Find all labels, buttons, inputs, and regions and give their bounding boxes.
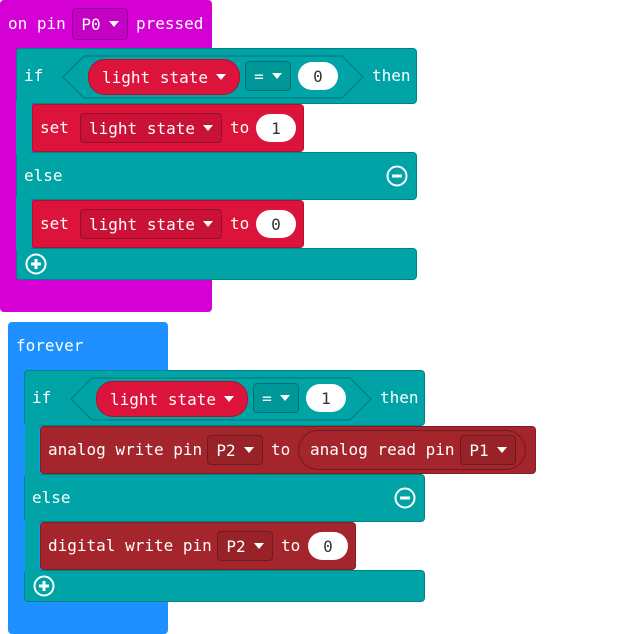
plus-circle-icon[interactable]	[33, 575, 55, 597]
forever-label: forever	[16, 336, 84, 355]
operator-value: =	[254, 66, 264, 86]
pressed-label: pressed	[136, 14, 204, 33]
number-input[interactable]: 1	[306, 384, 346, 412]
pin-dropdown-value: P2	[226, 536, 246, 556]
to-keyword: to	[281, 536, 301, 555]
if-else-footer	[16, 248, 417, 280]
analog-write-pin-label: analog write pin	[48, 440, 203, 459]
minus-circle-icon[interactable]	[386, 165, 408, 187]
dropdown-caret-icon	[496, 447, 507, 453]
if-else-footer	[24, 570, 425, 602]
dropdown-caret-icon	[279, 395, 290, 401]
number-value: 1	[321, 388, 331, 408]
variable-name: light state	[110, 389, 216, 409]
pin-dropdown-p1[interactable]: P1	[460, 435, 516, 465]
operator-dropdown[interactable]: =	[253, 383, 299, 413]
number-value: 0	[323, 536, 333, 556]
pin-dropdown-value: P0	[81, 14, 101, 34]
else-keyword: else	[32, 488, 71, 507]
then-keyword: then	[372, 66, 411, 85]
to-keyword: to	[230, 118, 250, 137]
variable-reporter-light-state[interactable]: light state	[88, 59, 240, 95]
variable-name: light state	[89, 214, 195, 234]
dropdown-caret-icon	[202, 221, 213, 227]
else-row	[24, 474, 425, 522]
if-keyword: if	[24, 66, 44, 85]
number-input[interactable]: 0	[308, 532, 348, 560]
dropdown-caret-icon	[253, 543, 264, 549]
number-input[interactable]: 0	[256, 210, 296, 238]
else-row	[16, 152, 417, 200]
dropdown-caret-icon	[215, 74, 226, 80]
set-keyword: set	[40, 214, 69, 233]
pin-dropdown-p2[interactable]: P2	[207, 435, 263, 465]
dropdown-caret-icon	[108, 21, 119, 27]
dropdown-caret-icon	[223, 396, 234, 402]
operator-dropdown[interactable]: =	[245, 61, 291, 91]
on-pin-label: on pin	[8, 14, 66, 33]
plus-circle-icon[interactable]	[25, 253, 47, 275]
variable-name: light state	[89, 118, 195, 138]
number-input[interactable]: 0	[298, 62, 338, 90]
minus-circle-icon[interactable]	[394, 487, 416, 509]
variable-name: light state	[102, 67, 208, 87]
dropdown-caret-icon	[243, 447, 254, 453]
operator-value: =	[262, 388, 272, 408]
number-value: 1	[271, 118, 281, 138]
variable-dropdown[interactable]: light state	[80, 113, 222, 143]
pin-dropdown-value: P2	[216, 440, 236, 460]
dropdown-caret-icon	[271, 73, 282, 79]
then-keyword: then	[380, 388, 419, 407]
to-keyword: to	[230, 214, 250, 233]
pin-dropdown-p2[interactable]: P2	[217, 531, 273, 561]
pin-dropdown-p0[interactable]: P0	[72, 8, 128, 40]
to-keyword: to	[271, 440, 291, 459]
number-input[interactable]: 1	[256, 114, 296, 142]
digital-write-pin-label: digital write pin	[48, 536, 212, 555]
pin-dropdown-value: P1	[469, 440, 489, 460]
else-keyword: else	[24, 166, 63, 185]
number-value: 0	[271, 214, 281, 234]
variable-dropdown[interactable]: light state	[80, 209, 222, 239]
variable-reporter-light-state[interactable]: light state	[96, 381, 248, 417]
dropdown-caret-icon	[202, 125, 213, 131]
analog-read-pin-label: analog read pin	[310, 440, 455, 459]
if-keyword: if	[32, 388, 52, 407]
number-value: 0	[313, 66, 323, 86]
set-keyword: set	[40, 118, 69, 137]
